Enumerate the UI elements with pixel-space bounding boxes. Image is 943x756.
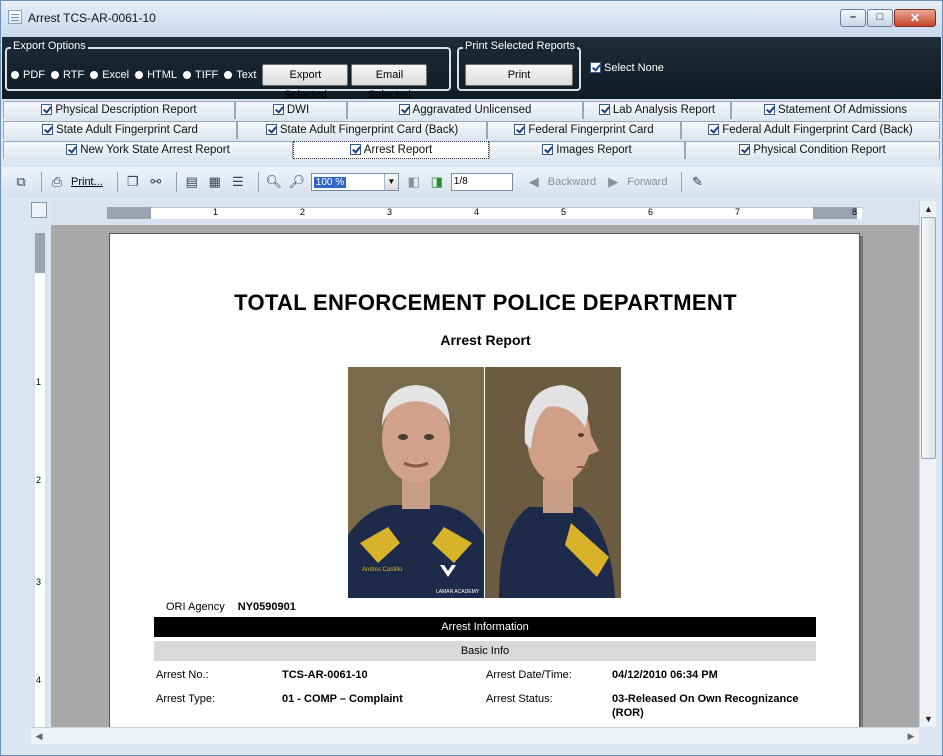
minimize-button[interactable]: – [840,9,866,27]
tab-aggravated-unlicensed[interactable]: Aggravated Unlicensed [347,101,583,119]
arrest-status-value: 03-Released On Own Recognizance (ROR) [612,693,799,719]
multi-page-icon[interactable]: ▦ [206,173,224,191]
export-options-group: Export Options PDF RTF Excel HTML TIFF T… [5,40,451,101]
arrest-type-value: 01 - COMP – Complaint [282,693,403,705]
print-toolbar-button[interactable]: Print... [71,176,103,188]
email-selected-button[interactable]: Email Selected [351,64,428,101]
previous-page-icon[interactable]: ◧ [405,173,423,191]
tab-physical-condition-report[interactable]: Physical Condition Report [685,141,940,159]
backward-button[interactable]: Backward [548,176,596,188]
svg-text:Andres Castillo: Andres Castillo [362,567,403,573]
continuous-page-icon[interactable]: ☰ [229,173,247,191]
checkbox-icon [590,62,601,73]
tab-physical-description-report[interactable]: Physical Description Report [3,101,235,119]
svg-text:LAMAR ACADEMY: LAMAR ACADEMY [436,589,480,595]
export-bar: Export Options PDF RTF Excel HTML TIFF T… [2,37,941,101]
zoom-value: 100 % [313,176,347,188]
printer-icon[interactable]: ⎙ [48,173,66,191]
print-button[interactable]: Print [465,64,573,86]
arrest-no-value: TCS-AR-0061-10 [282,669,368,681]
vertical-scroll-thumb[interactable] [921,217,936,459]
tab-images-report[interactable]: Images Report [489,141,685,159]
vertical-scrollbar[interactable]: ▲ ▼ [919,201,936,727]
window-app-icon [8,10,22,24]
minimize-icon: – [849,11,857,23]
export-format-tiff[interactable]: TIFF [183,69,218,81]
single-page-icon[interactable]: ▤ [183,173,201,191]
mugshot-side-photo [485,367,621,598]
next-page-icon[interactable]: ◨ [428,173,446,191]
forward-icon: ▶ [608,174,619,189]
arrest-datetime-label: Arrest Date/Time: [486,669,572,681]
window-title: Arrest TCS-AR-0061-10 [28,11,156,25]
maximize-button[interactable]: □ [867,9,893,27]
vertical-ruler: 1 2 3 4 [31,225,47,727]
zoom-select[interactable]: 100 % ▼ [310,173,399,191]
tab-federal-adult-fingerprint-card-back[interactable]: Federal Adult Fingerprint Card (Back) [681,121,940,139]
scroll-up-icon[interactable]: ▲ [921,201,936,217]
mugshot-front-photo: Andres Castillo LAMAR ACADEMY [348,367,484,598]
viewer-toolbar: ⧉ ⎙ Print... ❐ ⚯ ▤ ▦ ☰ 🔍︎ 🔎︎ 100 % ▼ ◧ ◨… [2,167,941,197]
close-icon: ✕ [909,11,921,25]
horizontal-scrollbar[interactable]: ◀ ▶ [31,727,919,744]
horizontal-ruler: 1 2 3 4 5 6 7 8 [51,201,919,225]
export-selected-button[interactable]: Export Selected [262,64,349,101]
department-name: TOTAL ENFORCEMENT POLICE DEPARTMENT [234,290,737,315]
ori-agency-label: ORI Agency [166,601,225,613]
arrest-type-label: Arrest Type: [156,693,216,705]
export-options-label: Export Options [11,40,88,52]
basic-info-header: Basic Info [154,641,816,661]
binoculars-icon[interactable]: ⚯ [147,173,165,191]
export-format-excel[interactable]: Excel [90,69,129,81]
ruler-corner [31,202,47,218]
report-page: TOTAL ENFORCEMENT POLICE DEPARTMENT Arre… [109,233,860,727]
report-viewer[interactable]: TOTAL ENFORCEMENT POLICE DEPARTMENT Arre… [51,225,919,727]
scroll-down-icon[interactable]: ▼ [921,711,936,727]
arrest-status-label: Arrest Status: [486,693,553,705]
tab-federal-fingerprint-card[interactable]: Federal Fingerprint Card [487,121,681,139]
close-button[interactable]: ✕ [894,9,936,27]
arrest-no-label: Arrest No.: [156,669,209,681]
arrest-information-header: Arrest Information [154,617,816,637]
duplicate-icon[interactable]: ❐ [124,173,142,191]
tab-state-adult-fingerprint-card[interactable]: State Adult Fingerprint Card [3,121,237,139]
scroll-left-icon[interactable]: ◀ [31,728,47,744]
export-format-html[interactable]: HTML [135,69,177,81]
tab-lab-analysis-report[interactable]: Lab Analysis Report [583,101,731,119]
tab-dwi[interactable]: DWI [235,101,347,119]
ori-agency: ORI Agency NY0590901 [166,601,296,613]
scroll-right-icon[interactable]: ▶ [903,728,919,744]
resize-grip [919,727,936,744]
tab-state-adult-fingerprint-card-back[interactable]: State Adult Fingerprint Card (Back) [237,121,487,139]
zoom-in-icon[interactable]: 🔎︎ [288,173,306,191]
forward-button[interactable]: Forward [627,176,667,188]
report-window: Arrest TCS-AR-0061-10 – □ ✕ Export Optio… [0,0,943,756]
tab-statement-of-admissions[interactable]: Statement Of Admissions [731,101,940,119]
arrest-datetime-value: 04/12/2010 06:34 PM [612,669,718,681]
export-format-pdf[interactable]: PDF [11,69,45,81]
export-format-text[interactable]: Text [224,69,256,81]
pen-icon[interactable]: ✎ [688,173,706,191]
title-bar: Arrest TCS-AR-0061-10 – □ ✕ [1,1,942,37]
ori-agency-value: NY0590901 [237,601,296,613]
export-format-rtf[interactable]: RTF [51,69,84,81]
chevron-down-icon: ▼ [383,174,398,190]
tab-new-york-state-arrest-report[interactable]: New York State Arrest Report [3,141,293,159]
zoom-out-icon[interactable]: 🔍︎ [265,173,283,191]
backward-icon: ◀ [528,174,539,189]
tab-arrest-report[interactable]: Arrest Report [293,141,489,159]
report-title: Arrest Report [440,332,531,348]
maximize-icon: □ [876,11,884,23]
print-selected-label: Print Selected Reports [463,40,578,52]
print-selected-group: Print Selected Reports Print [457,40,581,91]
select-none-checkbox[interactable]: Select None [590,62,664,74]
page-number-input[interactable]: 1/8 [450,173,513,191]
copy-icon[interactable]: ⧉ [12,173,30,191]
